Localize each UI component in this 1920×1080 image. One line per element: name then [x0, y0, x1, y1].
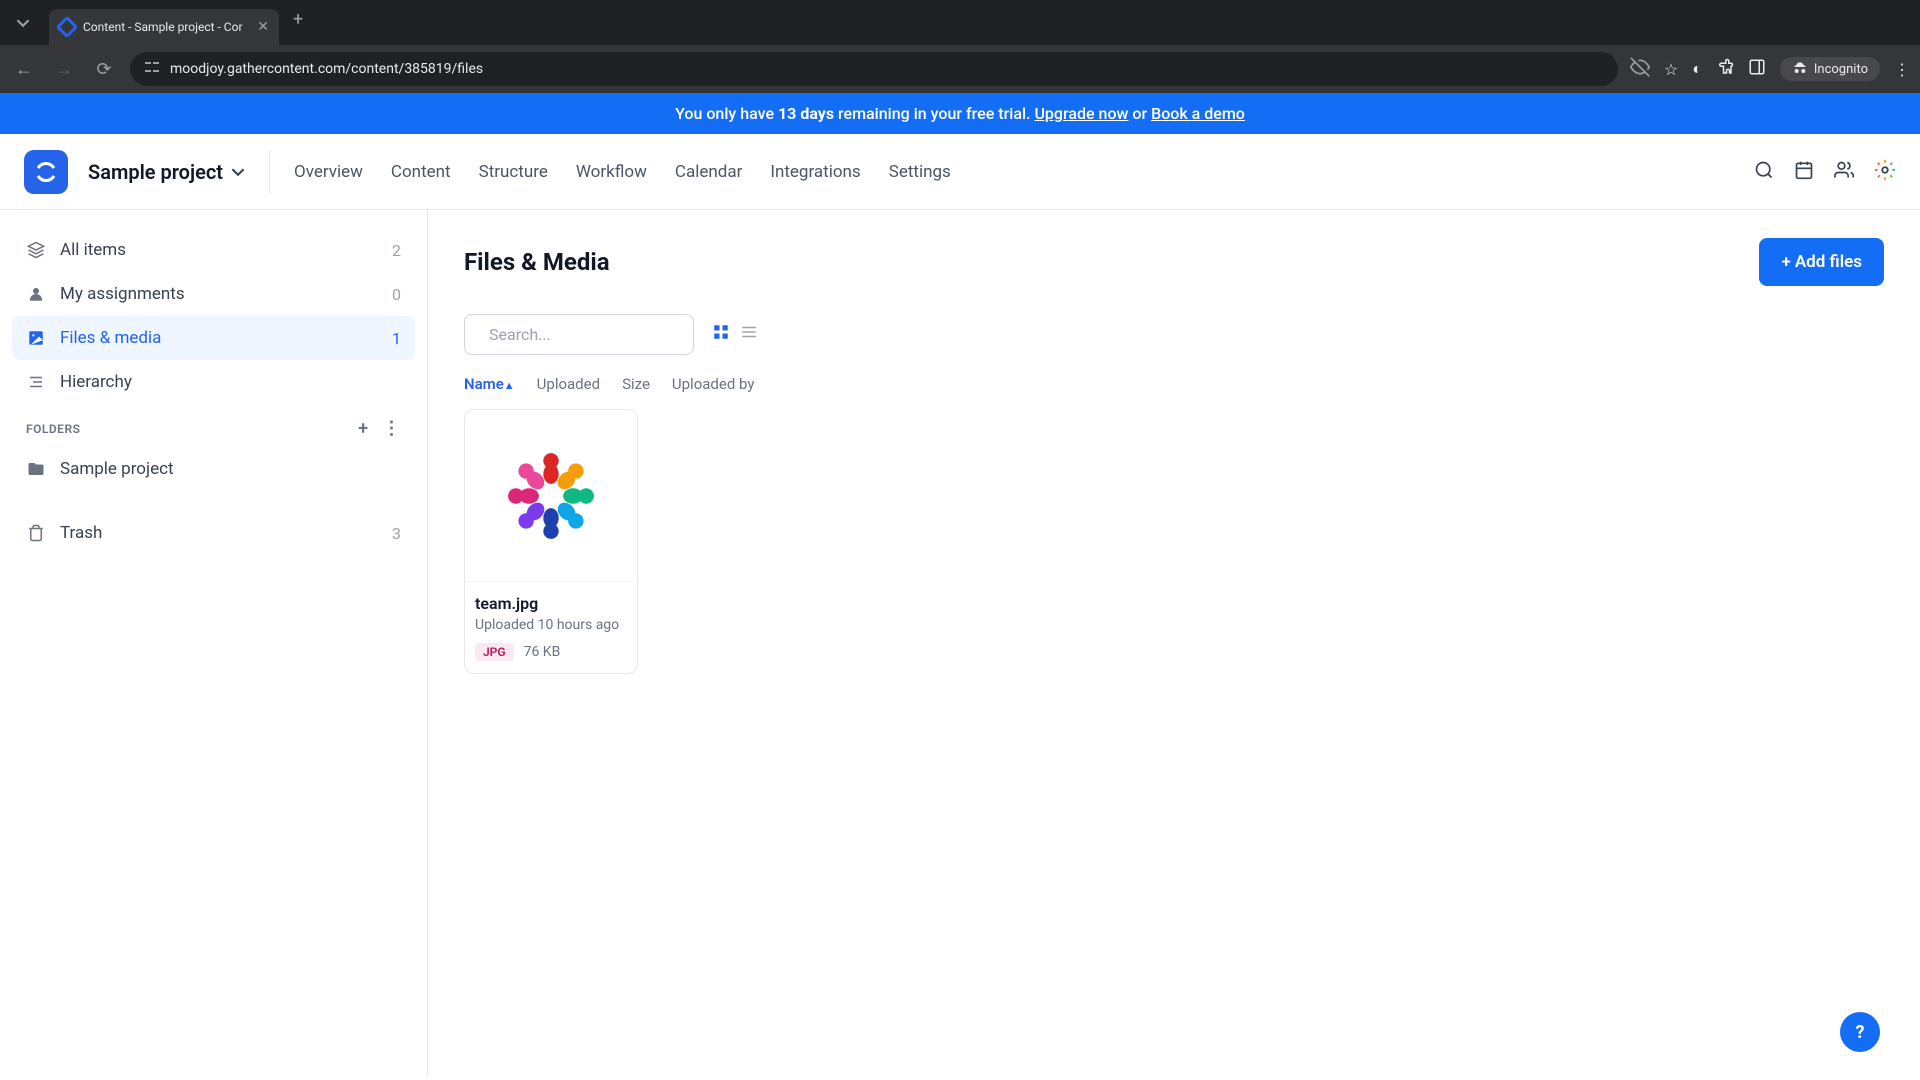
forward-button[interactable]: →: [50, 55, 78, 83]
url-text: moodjoy.gathercontent.com/content/385819…: [170, 61, 483, 77]
sort-size[interactable]: Size: [622, 375, 650, 393]
sidebar-item-files-media[interactable]: Files & media 1: [12, 316, 415, 360]
folder-icon: [26, 460, 46, 478]
star-icon[interactable]: ☆: [1664, 60, 1678, 79]
add-folder-icon[interactable]: +: [358, 418, 368, 439]
sidebar-label: Files & media: [60, 328, 161, 348]
hierarchy-icon: [26, 373, 46, 391]
sidebar-count: 1: [392, 329, 401, 348]
tab-workflow[interactable]: Workflow: [576, 162, 647, 182]
file-type-badge: JPG: [475, 643, 514, 661]
folder-label: Sample project: [60, 459, 174, 479]
sidebar-count: 0: [392, 285, 401, 304]
grid-view-button[interactable]: [712, 323, 730, 346]
tab-structure[interactable]: Structure: [479, 162, 548, 182]
layers-icon: [26, 241, 46, 259]
tab-content[interactable]: Content: [391, 162, 451, 182]
sidebar-item-all-items[interactable]: All items 2: [12, 228, 415, 272]
sidebar-label: My assignments: [60, 284, 185, 304]
nav-tabs: Overview Content Structure Workflow Cale…: [294, 162, 951, 182]
reload-button[interactable]: ⟳: [90, 55, 118, 83]
banner-middle: remaining in your free trial.: [834, 104, 1034, 123]
tab-integrations[interactable]: Integrations: [770, 162, 860, 182]
sidebar-item-trash[interactable]: Trash 3: [12, 511, 415, 555]
book-demo-link[interactable]: Book a demo: [1151, 104, 1245, 123]
search-box[interactable]: [464, 314, 694, 355]
tab-overview[interactable]: Overview: [294, 162, 363, 182]
tab-calendar[interactable]: Calendar: [675, 162, 742, 182]
extensions-icon[interactable]: [1716, 58, 1734, 80]
trash-icon: [26, 524, 46, 542]
add-files-button[interactable]: +Add files: [1759, 238, 1884, 286]
browser-toolbar: ← → ⟳ moodjoy.gathercontent.com/content/…: [0, 45, 1920, 93]
url-bar[interactable]: moodjoy.gathercontent.com/content/385819…: [130, 52, 1618, 86]
tab-favicon: [56, 16, 79, 39]
tab-title: Content - Sample project - Cor: [83, 20, 249, 34]
tab-settings[interactable]: Settings: [889, 162, 951, 182]
sort-uploaded-by[interactable]: Uploaded by: [672, 375, 755, 393]
folder-more-icon[interactable]: ⋮: [383, 418, 402, 439]
incognito-indicator[interactable]: Incognito: [1780, 57, 1880, 81]
incognito-label: Incognito: [1814, 62, 1868, 77]
calendar-icon[interactable]: [1794, 160, 1814, 184]
trial-banner: You only have 13 days remaining in your …: [0, 93, 1920, 134]
site-settings-icon[interactable]: [144, 59, 160, 79]
chevron-down-icon: [231, 165, 245, 179]
people-icon[interactable]: [1834, 160, 1854, 184]
folder-sample-project[interactable]: Sample project: [12, 447, 415, 491]
help-button[interactable]: ?: [1840, 1012, 1880, 1052]
banner-or: or: [1128, 104, 1151, 123]
settings-gear-icon[interactable]: [1874, 159, 1896, 185]
sort-uploaded[interactable]: Uploaded: [537, 375, 600, 393]
top-nav: Sample project Overview Content Structur…: [0, 134, 1920, 210]
folders-section-header: FOLDERS + ⋮: [12, 404, 415, 447]
sidebar: All items 2 My assignments 0 Files & med…: [0, 210, 428, 1077]
folders-label: FOLDERS: [26, 422, 80, 436]
user-icon: [26, 285, 46, 303]
banner-prefix: You only have: [675, 104, 778, 123]
new-tab-button[interactable]: +: [279, 9, 317, 30]
sidepanel-icon[interactable]: [1748, 58, 1766, 80]
sidebar-count: 3: [392, 524, 401, 543]
sidebar-count: 2: [392, 241, 401, 260]
project-switcher[interactable]: Sample project: [88, 150, 270, 194]
file-uploaded-time: Uploaded 10 hours ago: [475, 617, 627, 633]
plus-icon: +: [1781, 252, 1790, 272]
sort-headers: Name▲ Uploaded Size Uploaded by: [464, 375, 1884, 393]
sidebar-label: Hierarchy: [60, 372, 132, 392]
banner-days: 13 days: [778, 104, 834, 123]
page-title: Files & Media: [464, 248, 610, 276]
list-view-button[interactable]: [740, 323, 758, 346]
sort-name[interactable]: Name▲: [464, 375, 515, 393]
sidebar-label: All items: [60, 240, 126, 260]
search-input[interactable]: [489, 325, 692, 344]
sidebar-item-my-assignments[interactable]: My assignments 0: [12, 272, 415, 316]
add-files-label: Add files: [1795, 252, 1862, 272]
browser-tab[interactable]: Content - Sample project - Cor ✕: [49, 9, 279, 45]
file-thumbnail: [465, 410, 637, 582]
main-content: Files & Media +Add files Name▲ Uploaded: [428, 210, 1920, 1077]
back-button[interactable]: ←: [10, 55, 38, 83]
sort-arrow-up-icon: ▲: [504, 379, 515, 392]
file-card[interactable]: team.jpg Uploaded 10 hours ago JPG 76 KB: [464, 409, 638, 674]
extension-icon-1[interactable]: ◐: [1692, 59, 1702, 79]
app-logo[interactable]: [24, 150, 68, 194]
image-icon: [26, 329, 46, 347]
eye-off-icon[interactable]: [1630, 57, 1650, 81]
browser-menu-icon[interactable]: ⋮: [1894, 60, 1910, 79]
search-icon[interactable]: [1754, 160, 1774, 184]
sidebar-label: Trash: [60, 523, 102, 543]
project-name: Sample project: [88, 160, 223, 184]
upgrade-link[interactable]: Upgrade now: [1034, 104, 1128, 123]
sidebar-item-hierarchy[interactable]: Hierarchy: [12, 360, 415, 404]
file-name: team.jpg: [475, 594, 627, 613]
browser-tab-strip: Content - Sample project - Cor ✕ +: [0, 0, 1920, 45]
file-size: 76 KB: [524, 644, 561, 660]
close-tab-icon[interactable]: ✕: [257, 19, 269, 35]
tab-search-dropdown[interactable]: [0, 0, 45, 45]
